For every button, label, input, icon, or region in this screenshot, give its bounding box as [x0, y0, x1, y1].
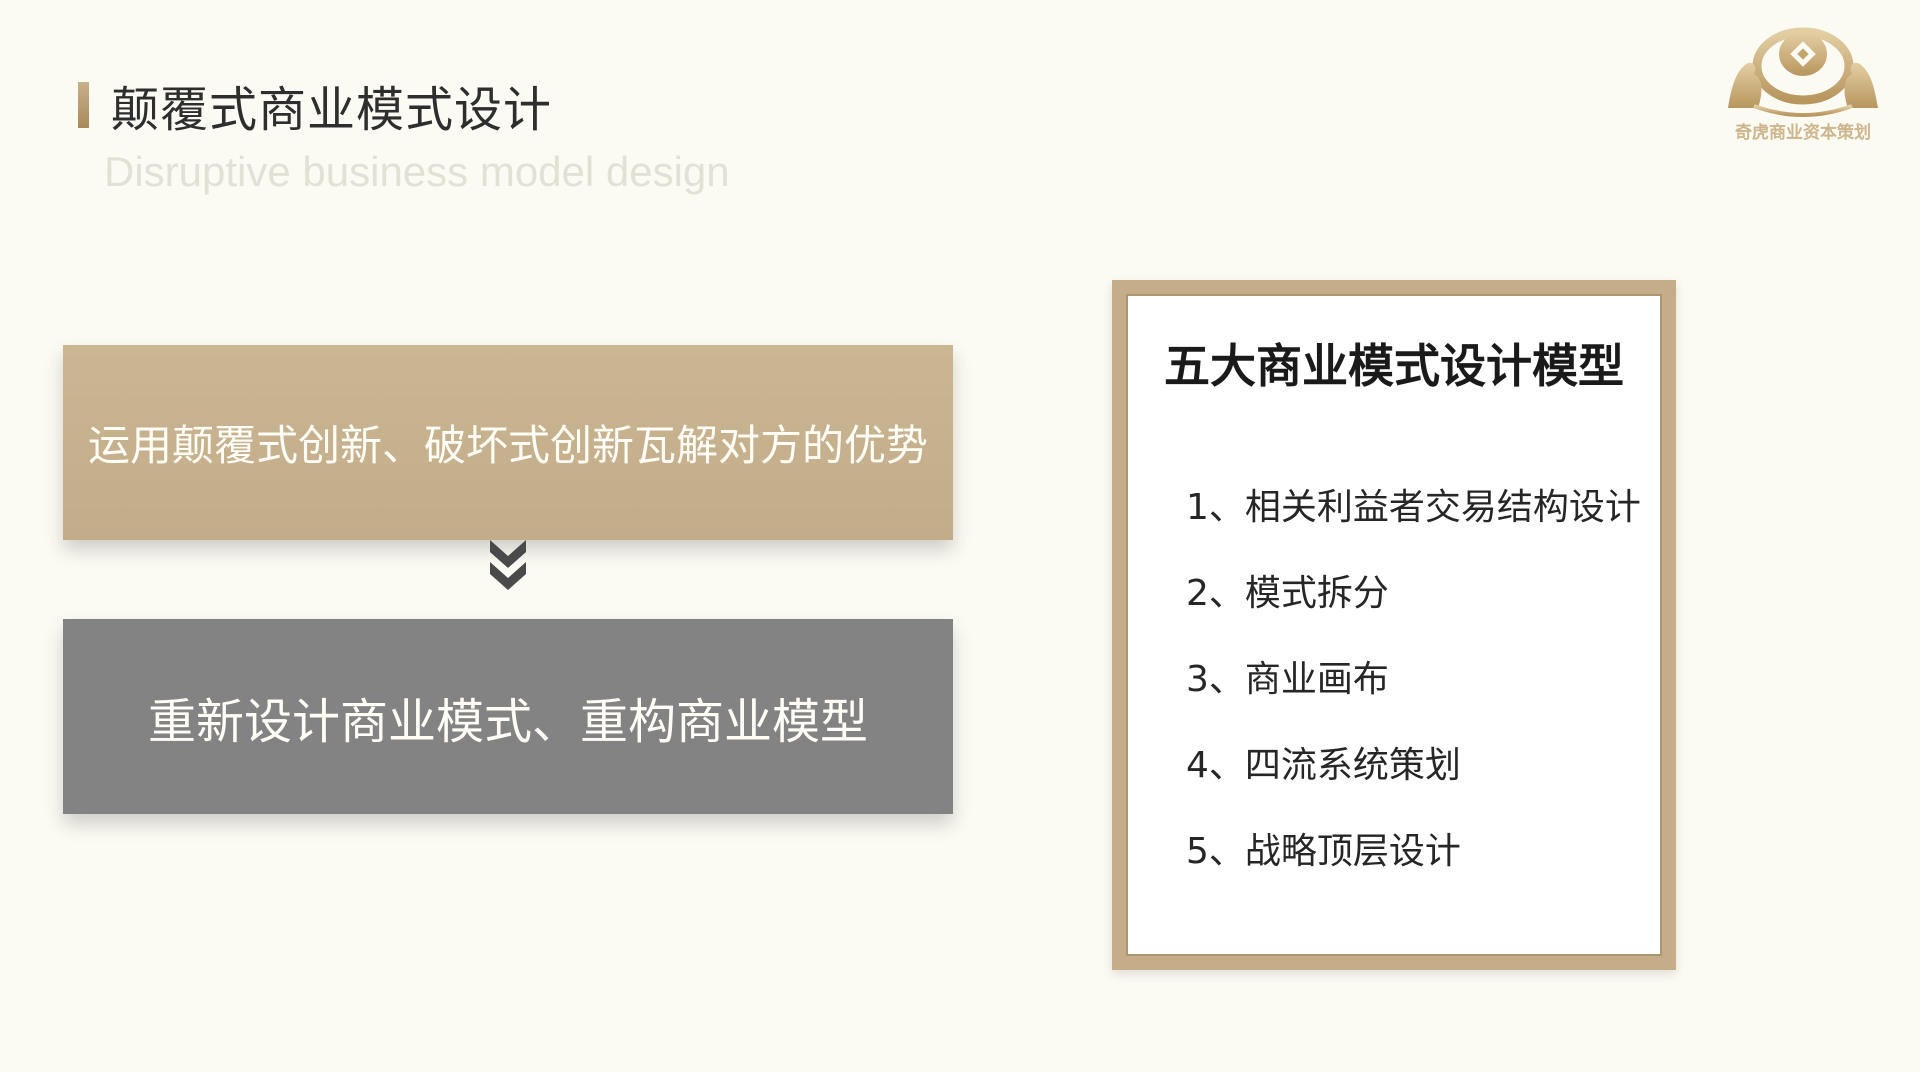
lion-crest-logo-icon — [1728, 27, 1878, 117]
list-item: 5、战略顶层设计 — [1186, 831, 1461, 872]
list-item: 2、模式拆分 — [1186, 573, 1389, 614]
list-item: 3、商业画布 — [1186, 659, 1389, 700]
company-logo: 奇虎商业资本策划 — [1718, 14, 1888, 154]
double-chevron-down-icon — [490, 540, 526, 590]
title-accent-bar — [78, 82, 89, 128]
page-subtitle: Disruptive business model design — [104, 148, 730, 195]
flow-box-top: 运用颠覆式创新、破坏式创新瓦解对方的优势 — [63, 345, 953, 540]
model-panel-title: 五大商业模式设计模型 — [1164, 339, 1624, 393]
slide: 颠覆式商业模式设计 Disruptive business model desi… — [0, 0, 1920, 1072]
logo-text: 奇虎商业资本策划 — [1735, 123, 1871, 143]
list-item: 1、相关利益者交易结构设计 — [1186, 487, 1641, 528]
list-item: 4、四流系统策划 — [1186, 745, 1461, 786]
page-title: 颠覆式商业模式设计 — [111, 82, 553, 138]
flow-box-bottom: 重新设计商业模式、重构商业模型 — [63, 619, 953, 814]
model-list: 1、相关利益者交易结构设计 2、模式拆分 3、商业画布 4、四流系统策划 5、战… — [1186, 488, 1641, 918]
model-panel: 五大商业模式设计模型 1、相关利益者交易结构设计 2、模式拆分 3、商业画布 4… — [1112, 280, 1676, 970]
